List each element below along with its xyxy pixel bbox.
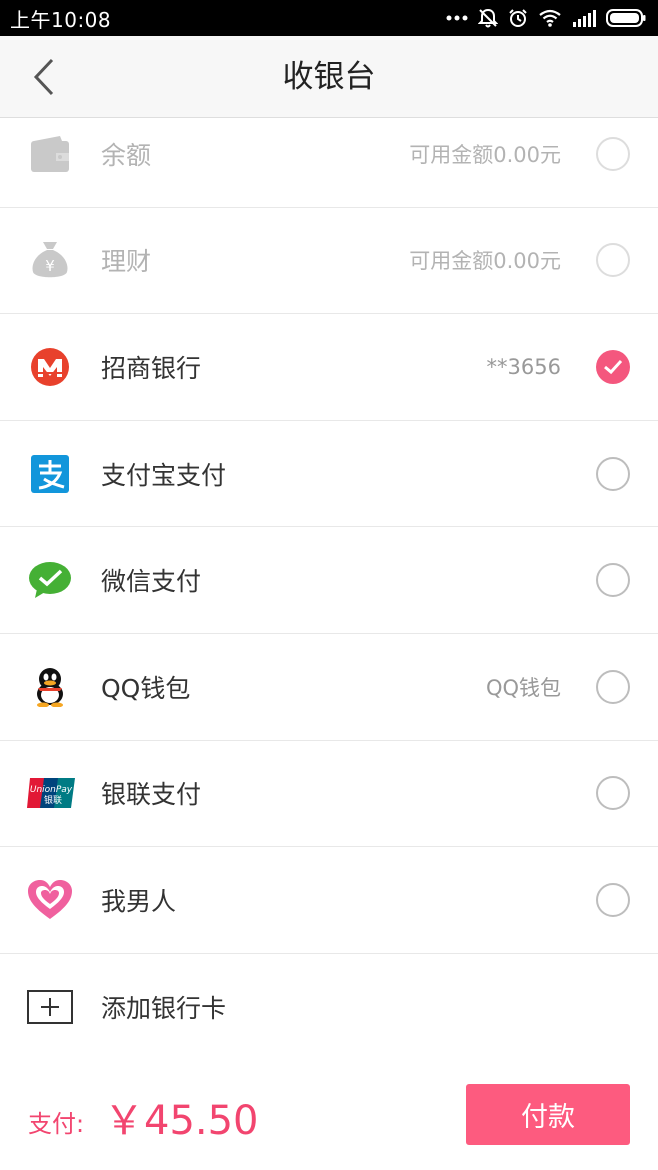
unionpay-icon: UnionPay 银联 [26, 769, 76, 817]
payment-option-label: 余额 [101, 140, 152, 170]
wallet-icon [26, 130, 74, 178]
payment-option-label: 理财 [101, 247, 152, 277]
payment-option-balance[interactable]: 余额 可用金额0.00元 [0, 101, 658, 208]
notifications-off-icon [478, 8, 498, 28]
checkmark-icon [604, 359, 623, 375]
payment-option-wealth[interactable]: ¥ 理财 可用金额0.00元 [0, 208, 658, 315]
payment-footer: 支付: ￥45.50 付款 [0, 1060, 658, 1170]
wifi-icon [539, 9, 561, 27]
radio-button[interactable] [596, 882, 630, 917]
payment-option-label: 招商银行 [101, 353, 202, 383]
payment-option-wechat[interactable]: 微信支付 [0, 527, 658, 634]
payment-option-info: QQ钱包 [485, 675, 561, 700]
radio-button-checked[interactable] [596, 349, 630, 384]
payment-method-list: 余额 可用金额0.00元 ¥ 理财 可用金额0.00元 招商银行 **3656 [0, 101, 658, 1060]
radio-button[interactable] [596, 563, 630, 598]
payment-option-alipay[interactable]: 支付宝支付 [0, 421, 658, 528]
radio-button[interactable] [596, 456, 630, 491]
money-bag-icon: ¥ [26, 236, 74, 284]
pay-label: 支付: [28, 1110, 85, 1138]
plus-icon [26, 983, 74, 1031]
unionpay-logo-text: UnionPay [30, 785, 73, 795]
alarm-icon [509, 9, 527, 27]
radio-button[interactable] [596, 243, 630, 278]
signal-icon [573, 10, 596, 27]
payment-option-label: 支付宝支付 [101, 460, 227, 490]
cmb-bank-icon [26, 343, 74, 391]
payment-option-cmb[interactable]: 招商银行 **3656 [0, 314, 658, 421]
payment-option-unionpay[interactable]: UnionPay 银联 银联支付 [0, 741, 658, 848]
svg-text:¥: ¥ [45, 257, 55, 275]
more-dots-icon [446, 15, 468, 21]
heart-icon [26, 876, 74, 924]
radio-button[interactable] [596, 136, 630, 171]
radio-button[interactable] [596, 776, 630, 811]
battery-icon [606, 9, 646, 27]
wechat-pay-icon [26, 556, 74, 604]
add-bank-card-label: 添加银行卡 [101, 994, 227, 1024]
payment-option-info: 可用金额0.00元 [409, 142, 561, 167]
payment-option-label: 我男人 [101, 886, 177, 916]
unionpay-logo-text-cn: 银联 [44, 794, 62, 806]
qq-penguin-icon [26, 663, 74, 711]
status-bar: 上午10:08 [0, 0, 658, 36]
payment-option-label: 微信支付 [101, 567, 202, 597]
payment-option-label: 银联支付 [101, 780, 202, 810]
payment-option-my-man[interactable]: 我男人 [0, 847, 658, 954]
status-time: 上午10:08 [10, 7, 112, 32]
alipay-icon [26, 450, 74, 498]
payment-option-info: 可用金额0.00元 [409, 249, 561, 274]
payment-option-qq-wallet[interactable]: QQ钱包 QQ钱包 [0, 634, 658, 741]
status-icons [446, 8, 646, 28]
payment-option-info: **3656 [486, 354, 561, 379]
pay-button[interactable]: 付款 [466, 1084, 630, 1145]
payment-option-label: QQ钱包 [101, 673, 191, 703]
radio-button[interactable] [596, 669, 630, 704]
add-bank-card[interactable]: 添加银行卡 [0, 954, 658, 1061]
pay-amount: ￥45.50 [104, 1098, 259, 1144]
